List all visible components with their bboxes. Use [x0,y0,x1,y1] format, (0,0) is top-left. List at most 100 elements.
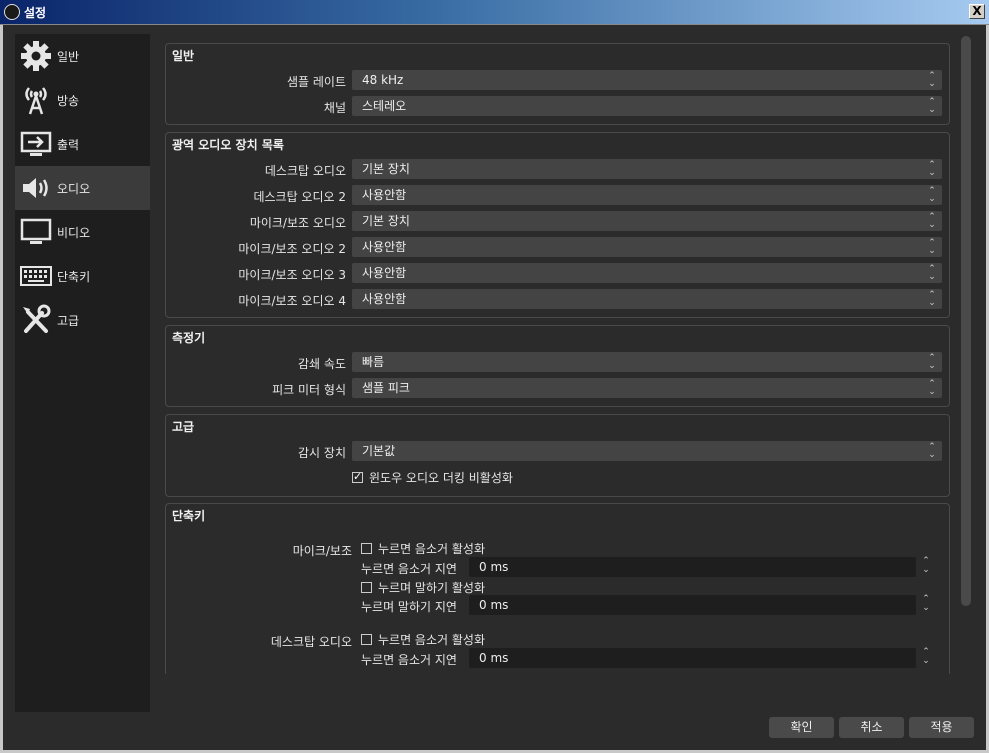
vertical-scrollbar[interactable] [961,36,971,606]
device-row: 마이크/보조 오디오 2 사용안함 ⌃ ⌄ [166,237,951,257]
monitor-device-select[interactable]: 기본값 ⌃ ⌄ [352,441,942,461]
device-select[interactable]: 기본 장치 ⌃ ⌄ [352,159,942,179]
monitor-device-row: 감시 장치 기본값 ⌃ ⌄ [166,441,951,461]
spinner-arrows-icon[interactable]: ⌃ ⌄ [918,595,934,615]
device-row: 마이크/보조 오디오 기본 장치 ⌃ ⌄ [166,211,951,231]
sidebar-item-audio[interactable]: 오디오 [15,166,150,210]
ducking-row: 윈도우 오디오 더킹 비활성화 [166,467,951,487]
keyboard-icon [19,259,53,293]
channels-select[interactable]: 스테레오 ⌃ ⌄ [352,96,942,116]
sample-rate-label: 샘플 레이트 [286,75,346,89]
hotkey-mic-label: 마이크/보조 [292,544,352,558]
checkbox-checked-icon [352,470,363,483]
peak-meter-select[interactable]: 샘플 피크 ⌃ ⌄ [352,378,942,398]
desktop-ptm-delay-input[interactable]: 0 ms ⌃ ⌄ [469,648,930,668]
monitor-device-label: 감시 장치 [298,446,346,460]
spinner-arrows-icon[interactable]: ⌃ ⌄ [918,648,934,668]
settings-panel: 일반 샘플 레이트 48 kHz ⌃ ⌄ 채널 스테레오 ⌃ ⌄ 광역 오디오 장치 목… [158,34,958,674]
sidebar-item-advanced[interactable]: 고급 [15,298,150,342]
sidebar: 일반 방송 출력 오디오 비디오 단축키 고급 [15,34,150,712]
decay-row: 감쇄 속도 빠름 ⌃ ⌄ [166,352,951,372]
sample-rate-row: 샘플 레이트 48 kHz ⌃ ⌄ [166,70,951,90]
window-title: 설정 [24,6,47,20]
ducking-checkbox[interactable]: 윈도우 오디오 더킹 비활성화 [352,469,513,486]
sidebar-item-label: 일반 [57,49,80,64]
decay-select[interactable]: 빠름 ⌃ ⌄ [352,352,942,372]
mic-push-to-talk-checkbox[interactable]: 누르며 말하기 활성화 [361,579,485,596]
group-title: 광역 오디오 장치 목록 [172,138,284,152]
mic-ptt-delay-input[interactable]: 0 ms ⌃ ⌄ [469,595,930,615]
desktop-push-to-mute-checkbox[interactable]: 누르면 음소거 활성화 [361,631,485,648]
sidebar-item-label: 오디오 [57,181,91,196]
decay-label: 감쇄 속도 [298,357,346,371]
title-bar: 설정 X [0,0,989,25]
peak-meter-label: 피크 미터 형식 [272,383,346,397]
device-label: 데스크탑 오디오 2 [253,190,346,204]
spinner-arrows-icon: ⌃ ⌄ [928,186,936,204]
output-monitor-icon [19,127,53,161]
mic-ptm-delay-label: 누르면 음소거 지연 [361,562,457,576]
device-select[interactable]: 사용안함 ⌃ ⌄ [352,263,942,283]
device-label: 마이크/보조 오디오 [249,216,346,230]
sidebar-item-general[interactable]: 일반 [15,34,150,78]
device-row: 데스크탑 오디오 2 사용안함 ⌃ ⌄ [166,185,951,205]
hotkey-desktop-label: 데스크탑 오디오 [270,635,352,649]
spinner-arrows-icon: ⌃ ⌄ [928,264,936,282]
sidebar-item-label: 비디오 [57,225,91,240]
group-title: 고급 [172,420,195,434]
mic-ptt-delay-label: 누르며 말하기 지연 [361,600,457,614]
ok-button[interactable]: 확인 [769,717,834,738]
meters-group: 측정기 감쇄 속도 빠름 ⌃ ⌄ 피크 미터 형식 샘플 피크 ⌃ ⌄ [165,325,950,407]
group-title: 단축키 [172,509,206,523]
sidebar-item-video[interactable]: 비디오 [15,210,150,254]
device-label: 마이크/보조 오디오 3 [238,268,346,282]
spinner-arrows-icon: ⌃ ⌄ [928,379,936,397]
group-title: 측정기 [172,331,206,345]
mic-push-to-mute-checkbox[interactable]: 누르면 음소거 활성화 [361,540,485,557]
checkbox-icon [361,634,372,645]
device-select[interactable]: 사용안함 ⌃ ⌄ [352,237,942,257]
close-button[interactable]: X [969,4,985,19]
sidebar-item-label: 출력 [57,137,80,152]
device-select[interactable]: 사용안함 ⌃ ⌄ [352,185,942,205]
spinner-arrows-icon: ⌃ ⌄ [928,160,936,178]
cancel-button[interactable]: 취소 [839,717,904,738]
spinner-arrows-icon: ⌃ ⌄ [928,442,936,460]
device-label: 마이크/보조 오디오 4 [238,294,346,308]
mic-ptm-delay-input[interactable]: 0 ms ⌃ ⌄ [469,557,930,577]
device-select[interactable]: 사용안함 ⌃ ⌄ [352,289,942,309]
device-label: 데스크탑 오디오 [264,164,346,178]
spinner-arrows-icon[interactable]: ⌃ ⌄ [918,557,934,577]
channels-label: 채널 [323,101,346,115]
hotkeys-group: 단축키 마이크/보조 누르면 음소거 활성화 누르면 음소거 지연 0 ms ⌃ ⌄… [165,503,950,674]
checkbox-icon [361,582,372,593]
sample-rate-select[interactable]: 48 kHz ⌃ ⌄ [352,70,942,90]
peak-meter-row: 피크 미터 형식 샘플 피크 ⌃ ⌄ [166,378,951,398]
sidebar-item-hotkeys[interactable]: 단축키 [15,254,150,298]
spinner-arrows-icon: ⌃ ⌄ [928,238,936,256]
sidebar-item-label: 방송 [57,93,80,108]
gear-icon [19,39,53,73]
speaker-icon [19,171,53,205]
checkbox-icon [361,543,372,554]
sidebar-item-label: 고급 [57,313,80,328]
tools-icon [19,303,53,337]
obs-logo-icon [4,4,20,20]
global-audio-devices-group: 광역 오디오 장치 목록 데스크탑 오디오 기본 장치 ⌃ ⌄ 데스크탑 오디오 2… [165,132,950,318]
general-group: 일반 샘플 레이트 48 kHz ⌃ ⌄ 채널 스테레오 ⌃ ⌄ [165,43,950,125]
group-title: 일반 [172,49,195,63]
sidebar-item-output[interactable]: 출력 [15,122,150,166]
sidebar-item-label: 단축키 [57,269,91,284]
monitor-icon [19,215,53,249]
broadcast-tower-icon [19,83,53,117]
device-row: 마이크/보조 오디오 4 사용안함 ⌃ ⌄ [166,289,951,309]
spinner-arrows-icon: ⌃ ⌄ [928,290,936,308]
desktop-ptm-delay-label: 누르면 음소거 지연 [361,653,457,667]
device-row: 마이크/보조 오디오 3 사용안함 ⌃ ⌄ [166,263,951,283]
spinner-arrows-icon: ⌃ ⌄ [928,212,936,230]
device-row: 데스크탑 오디오 기본 장치 ⌃ ⌄ [166,159,951,179]
device-select[interactable]: 기본 장치 ⌃ ⌄ [352,211,942,231]
apply-button[interactable]: 적용 [909,717,974,738]
spinner-arrows-icon: ⌃ ⌄ [928,71,936,89]
sidebar-item-stream[interactable]: 방송 [15,78,150,122]
